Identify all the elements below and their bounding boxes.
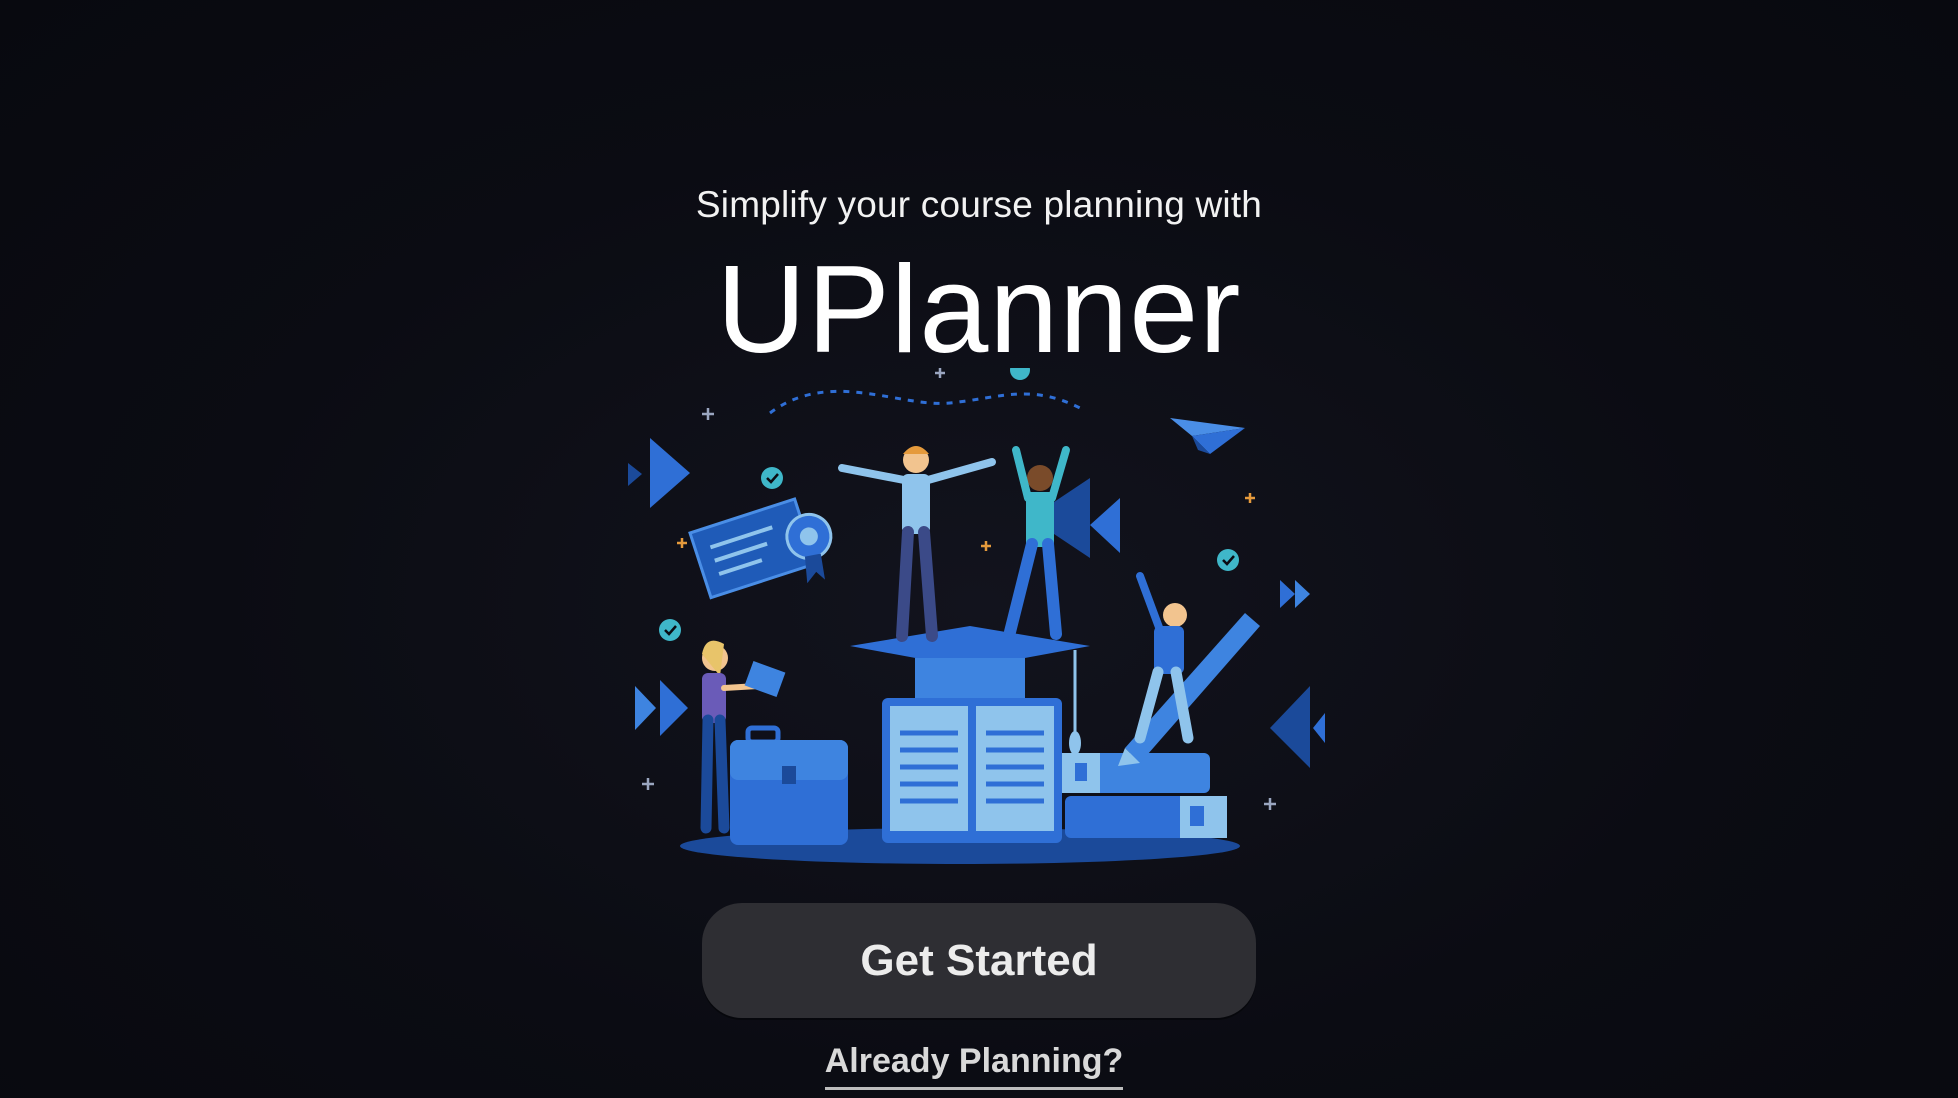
- app-brand-title: UPlanner: [716, 241, 1242, 379]
- person-celebrating-left: [838, 446, 996, 642]
- tagline-text: Simplify your course planning with: [695, 184, 1263, 225]
- open-book-icon: [882, 698, 1062, 843]
- welcome-screen: Simplify your course planning with UPlan…: [0, 0, 1958, 1098]
- decorative-triangles-left: [628, 438, 690, 736]
- get-started-button[interactable]: Get Started: [702, 903, 1256, 1018]
- person-celebrating-right: [1004, 446, 1070, 640]
- briefcase-icon: [730, 725, 848, 845]
- paper-plane-icon: [1170, 418, 1245, 454]
- secondary-link-container: Already Planning?: [804, 1042, 1144, 1090]
- students-celebrating-illustration: [628, 368, 1325, 864]
- already-planning-link[interactable]: Already Planning?: [824, 1042, 1124, 1090]
- dashed-flight-path: [769, 389, 1081, 415]
- stacked-books-icon: [1062, 753, 1227, 838]
- certificate-icon: [688, 497, 833, 600]
